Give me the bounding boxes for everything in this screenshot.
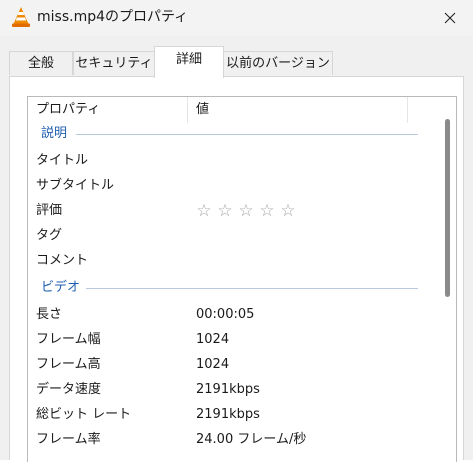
property-name: コメント xyxy=(36,253,89,268)
property-name: タイトル xyxy=(36,153,89,168)
property-row-comments[interactable]: コメント xyxy=(28,248,436,273)
property-name: サブタイトル xyxy=(36,178,115,193)
star-icon[interactable]: ☆ xyxy=(194,201,214,221)
group-header-description[interactable]: 説明 xyxy=(28,123,436,145)
property-row-frame-height[interactable]: フレーム高 1024 xyxy=(28,352,436,377)
property-value: 24.00 フレーム/秒 xyxy=(196,432,307,447)
property-row-data-rate[interactable]: データ速度 2191kbps xyxy=(28,377,436,402)
property-name: タグ xyxy=(36,228,63,243)
window-title: miss.mp4のプロパティ xyxy=(37,9,189,25)
property-row-title[interactable]: タイトル xyxy=(28,148,436,173)
star-icon[interactable]: ☆ xyxy=(215,201,235,221)
tab-details[interactable]: 詳細 xyxy=(154,46,224,78)
property-list: プロパティ 値 説明 タイトル サブタイトル 評価 ☆ ☆ ☆ ☆ ☆ タグ コ… xyxy=(27,96,457,462)
star-icon[interactable]: ☆ xyxy=(257,201,277,221)
tab-general[interactable]: 全般 xyxy=(9,51,73,75)
property-row-frame-rate[interactable]: フレーム率 24.00 フレーム/秒 xyxy=(28,427,436,452)
details-tab-panel: プロパティ 値 説明 タイトル サブタイトル 評価 ☆ ☆ ☆ ☆ ☆ タグ コ… xyxy=(9,76,464,462)
property-row-subtitle[interactable]: サブタイトル xyxy=(28,173,436,198)
property-row-rating[interactable]: 評価 ☆ ☆ ☆ ☆ ☆ xyxy=(28,198,436,223)
group-header-video[interactable]: ビデオ xyxy=(28,277,436,299)
tab-strip: 全般 セキュリティ 詳細 以前のバージョン xyxy=(9,46,464,78)
group-label: ビデオ xyxy=(41,279,87,297)
star-icon[interactable]: ☆ xyxy=(278,201,298,221)
property-value: 1024 xyxy=(196,332,230,347)
scrollbar-thumb[interactable] xyxy=(445,119,450,297)
property-name: 総ビット レート xyxy=(36,407,132,422)
property-name: データ速度 xyxy=(36,382,102,397)
list-header: プロパティ 値 xyxy=(28,97,436,123)
rating-stars[interactable]: ☆ ☆ ☆ ☆ ☆ xyxy=(194,198,299,223)
group-label: 説明 xyxy=(41,125,74,143)
property-name: フレーム率 xyxy=(36,432,101,447)
property-name: 長さ xyxy=(36,307,63,322)
property-row-frame-width[interactable]: フレーム幅 1024 xyxy=(28,327,436,352)
tab-previous-versions[interactable]: 以前のバージョン xyxy=(223,51,333,75)
column-header-value[interactable]: 値 xyxy=(188,97,408,123)
group-divider xyxy=(76,134,418,135)
close-button[interactable] xyxy=(427,0,473,36)
property-value: 2191kbps xyxy=(196,382,260,397)
vertical-scrollbar[interactable] xyxy=(438,97,456,462)
property-value: 1024 xyxy=(196,357,230,372)
property-name: フレーム幅 xyxy=(36,332,101,347)
vlc-cone-icon xyxy=(12,7,30,27)
property-row-tags[interactable]: タグ xyxy=(28,223,436,248)
property-row-total-bitrate[interactable]: 総ビット レート 2191kbps xyxy=(28,402,436,427)
title-bar: miss.mp4のプロパティ xyxy=(0,0,473,36)
property-value: 2191kbps xyxy=(196,407,260,422)
property-name: フレーム高 xyxy=(36,357,101,372)
close-icon xyxy=(444,12,456,24)
dialog-body: 全般 セキュリティ 詳細 以前のバージョン プロパティ 値 説明 タイトル サブ… xyxy=(0,36,473,462)
tab-security[interactable]: セキュリティ xyxy=(73,51,155,75)
property-row-length[interactable]: 長さ 00:00:05 xyxy=(28,302,436,327)
property-value: 00:00:05 xyxy=(196,307,255,322)
group-divider xyxy=(76,288,418,289)
property-name: 評価 xyxy=(36,203,63,218)
column-header-property[interactable]: プロパティ xyxy=(28,97,188,123)
star-icon[interactable]: ☆ xyxy=(236,201,256,221)
